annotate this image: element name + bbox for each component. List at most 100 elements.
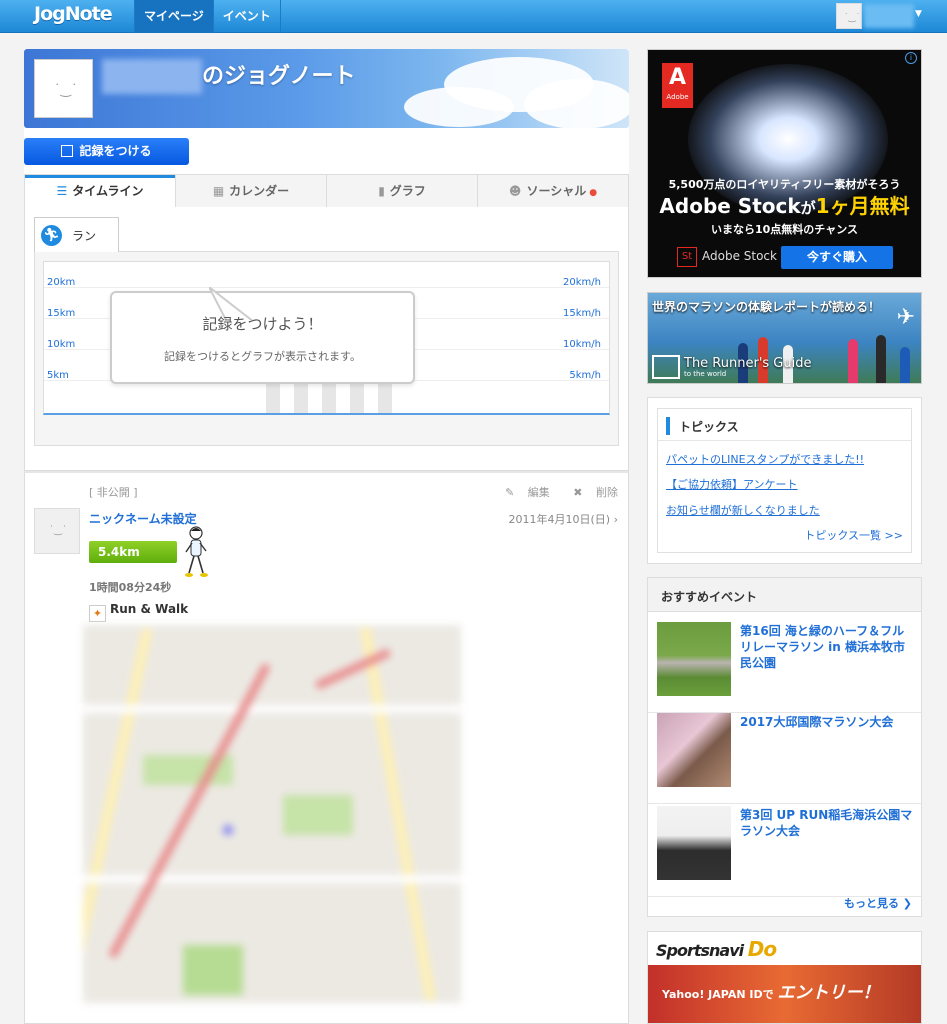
- y-label-right: 5km/h: [569, 370, 601, 381]
- adobe-stock-badge: St: [677, 247, 697, 267]
- runner-figure: [848, 339, 858, 383]
- events-more-link[interactable]: もっと見る ❯: [844, 895, 912, 911]
- top-navigation-bar: JogNote マイページ イベント ˙‿˙ ▼: [0, 0, 947, 33]
- face-icon: ˙‿˙: [54, 83, 78, 98]
- sportsnavi-do-banner[interactable]: Sportsnavi Do Yahoo! JAPAN IDで エントリー！: [647, 931, 922, 1024]
- topic-link[interactable]: 【ご協力依頼】アンケート: [666, 476, 798, 492]
- user-name-blurred: [864, 4, 914, 28]
- profile-hero: ˙‿˙ のジョグノート: [24, 49, 629, 128]
- map-road: [83, 705, 461, 713]
- ad-headline: Adobe Stockが1ヶ月無料: [648, 190, 921, 219]
- topics-inner: トピックス パペットのLINEスタンプができました!! 【ご協力依頼】アンケート…: [657, 408, 912, 553]
- runners-guide-banner[interactable]: 世界のマラソンの体験レポートが読める！ ✈ The Runner's Guide…: [647, 292, 922, 384]
- entry-prefix: Yahoo! JAPAN IDで: [662, 988, 774, 1001]
- tab-label: カレンダー: [229, 184, 290, 198]
- page-title: のジョグノート: [202, 64, 356, 89]
- event-title: 第3回 UP RUN稲毛海浜公園マラソン大会: [740, 808, 913, 838]
- topics-more-link[interactable]: トピックス一覧 >>: [804, 527, 903, 543]
- ad-headline-offer: 1ヶ月無料: [815, 194, 910, 218]
- user-menu[interactable]: ˙‿˙ ▼: [836, 3, 928, 29]
- adobe-stock-ad[interactable]: A Adobe i 5,500万点のロイヤリティフリー素材がそろう Adobe S…: [647, 49, 922, 278]
- timeline-post: [ 非公開 ] ✎ 編集 ✖ 削除 ˙‿˙ ニックネーム未設定 2011年4月1…: [24, 471, 629, 1024]
- nav-events[interactable]: イベント: [212, 0, 281, 33]
- record-button-label: 記録をつける: [79, 144, 152, 158]
- runners-guide-logo: [652, 355, 680, 379]
- distance-bar: 5.4km: [89, 541, 177, 563]
- post-duration: 1時間08分24秒: [89, 581, 172, 594]
- tab-label: タイムライン: [72, 184, 144, 198]
- empty-state-text: 記録をつけるとグラフが表示されます。: [164, 350, 361, 363]
- graph-canvas: 20km 15km 10km 5km 20km/h 15km/h 10km/h …: [43, 261, 610, 415]
- y-label-right: 10km/h: [563, 339, 601, 350]
- view-tabs: ☰ タイムライン ▦ カレンダー ▮ グラフ ☻ ソーシャル ●: [24, 174, 629, 208]
- runner-figure: [900, 347, 910, 383]
- avatar: ˙‿˙: [836, 3, 862, 29]
- profile-avatar[interactable]: ˙‿˙: [34, 59, 93, 118]
- map-park: [183, 945, 243, 995]
- runner-icon: 🏃︎: [41, 225, 62, 246]
- sportsnavi-logo: Sportsnavi Do: [656, 937, 777, 961]
- tab-graph[interactable]: ▮ グラフ: [326, 175, 477, 207]
- graph-area: 20km 15km 10km 5km 20km/h 15km/h 10km/h …: [34, 251, 619, 446]
- event-thumbnail: [657, 622, 731, 696]
- events-header: おすすめイベント: [648, 578, 921, 612]
- record-button[interactable]: 記録をつける: [24, 138, 189, 165]
- topic-link[interactable]: パペットのLINEスタンプができました!!: [666, 451, 864, 467]
- grid-line: [44, 287, 609, 288]
- bar-graph-icon: ▮: [378, 184, 385, 198]
- people-icon: ☻: [508, 184, 522, 198]
- empty-state-bubble: 記録をつけよう！ 記録をつけるとグラフが表示されます。: [110, 287, 415, 384]
- info-icon[interactable]: i: [905, 52, 917, 64]
- tab-label: グラフ: [389, 184, 426, 198]
- edit-label: 編集: [527, 486, 550, 499]
- ad-headline-particle: が: [800, 199, 816, 217]
- event-item[interactable]: 第16回 海と緑のハーフ＆フルリレーマラソン in 横浜本牧市民公園: [648, 613, 921, 713]
- delete-button[interactable]: ✖ 削除: [563, 486, 618, 499]
- edit-button[interactable]: ✎ 編集: [495, 486, 550, 499]
- ad-headline-brand: Adobe Stock: [659, 194, 801, 218]
- adobe-logo-text: Adobe: [666, 93, 689, 101]
- post-actions: ✎ 編集 ✖ 削除: [485, 484, 618, 500]
- post-date[interactable]: 2011年4月10日(日) ›: [509, 511, 618, 527]
- visibility-label: [ 非公開 ]: [89, 486, 138, 499]
- banner-caption: 世界のマラソンの体験レポートが読める！: [652, 300, 881, 314]
- event-item[interactable]: 第3回 UP RUN稲毛海浜公園マラソン大会: [648, 797, 921, 897]
- ad-line-3: いまなら10点無料のチャンス: [711, 223, 858, 236]
- event-thumbnail: [657, 806, 731, 880]
- event-item[interactable]: 2017大邱国際マラソン大会: [648, 704, 921, 804]
- runner-figure: [876, 335, 886, 383]
- buy-now-button[interactable]: 今すぐ購入: [781, 246, 893, 269]
- entry-band: Yahoo! JAPAN IDで エントリー！: [648, 965, 921, 1023]
- notification-dot: ●: [589, 188, 598, 198]
- events-heading: おすすめイベント: [661, 590, 758, 604]
- airplane-icon: ✈: [896, 305, 915, 330]
- event-thumbnail: [657, 713, 731, 787]
- nav-mypage[interactable]: マイページ: [134, 0, 213, 33]
- face-icon: ˙‿˙: [844, 13, 861, 23]
- tab-timeline[interactable]: ☰ タイムライン: [25, 175, 175, 207]
- tab-calendar[interactable]: ▦ カレンダー: [175, 175, 326, 207]
- face-icon: ˙‿˙: [49, 525, 68, 536]
- adobe-logo-mark: A: [668, 65, 687, 90]
- topic-link[interactable]: お知らせ欄が新しくなりました: [666, 502, 820, 518]
- walker-icon: [185, 526, 208, 577]
- event-title: 2017大邱国際マラソン大会: [740, 715, 894, 729]
- y-label-left: 5km: [47, 370, 69, 381]
- route-map-blurred[interactable]: [83, 625, 461, 1003]
- adobe-logo: A Adobe: [662, 63, 693, 108]
- post-date-text: 2011年4月10日(日): [508, 513, 611, 526]
- topics-heading: トピックス: [679, 420, 739, 434]
- post-avatar[interactable]: ˙‿˙: [34, 508, 80, 554]
- jognote-logo[interactable]: JogNote: [34, 3, 113, 25]
- topics-box: トピックス パペットのLINEスタンプができました!! 【ご協力依頼】アンケート…: [647, 397, 922, 564]
- sport-tab-label: ラン: [72, 229, 97, 243]
- entry-text: Yahoo! JAPAN IDで エントリー！: [662, 978, 879, 1003]
- delete-label: 削除: [596, 486, 618, 499]
- recommended-events: おすすめイベント 第16回 海と緑のハーフ＆フルリレーマラソン in 横浜本牧市…: [647, 577, 922, 917]
- sport-tab-run[interactable]: 🏃︎ ラン: [34, 217, 119, 252]
- cloud-decoration: [404, 87, 514, 127]
- close-icon: ✖: [573, 486, 586, 499]
- tab-social[interactable]: ☻ ソーシャル ●: [477, 175, 628, 207]
- list-icon: ☰: [56, 184, 68, 198]
- y-label-left: 15km: [47, 308, 76, 319]
